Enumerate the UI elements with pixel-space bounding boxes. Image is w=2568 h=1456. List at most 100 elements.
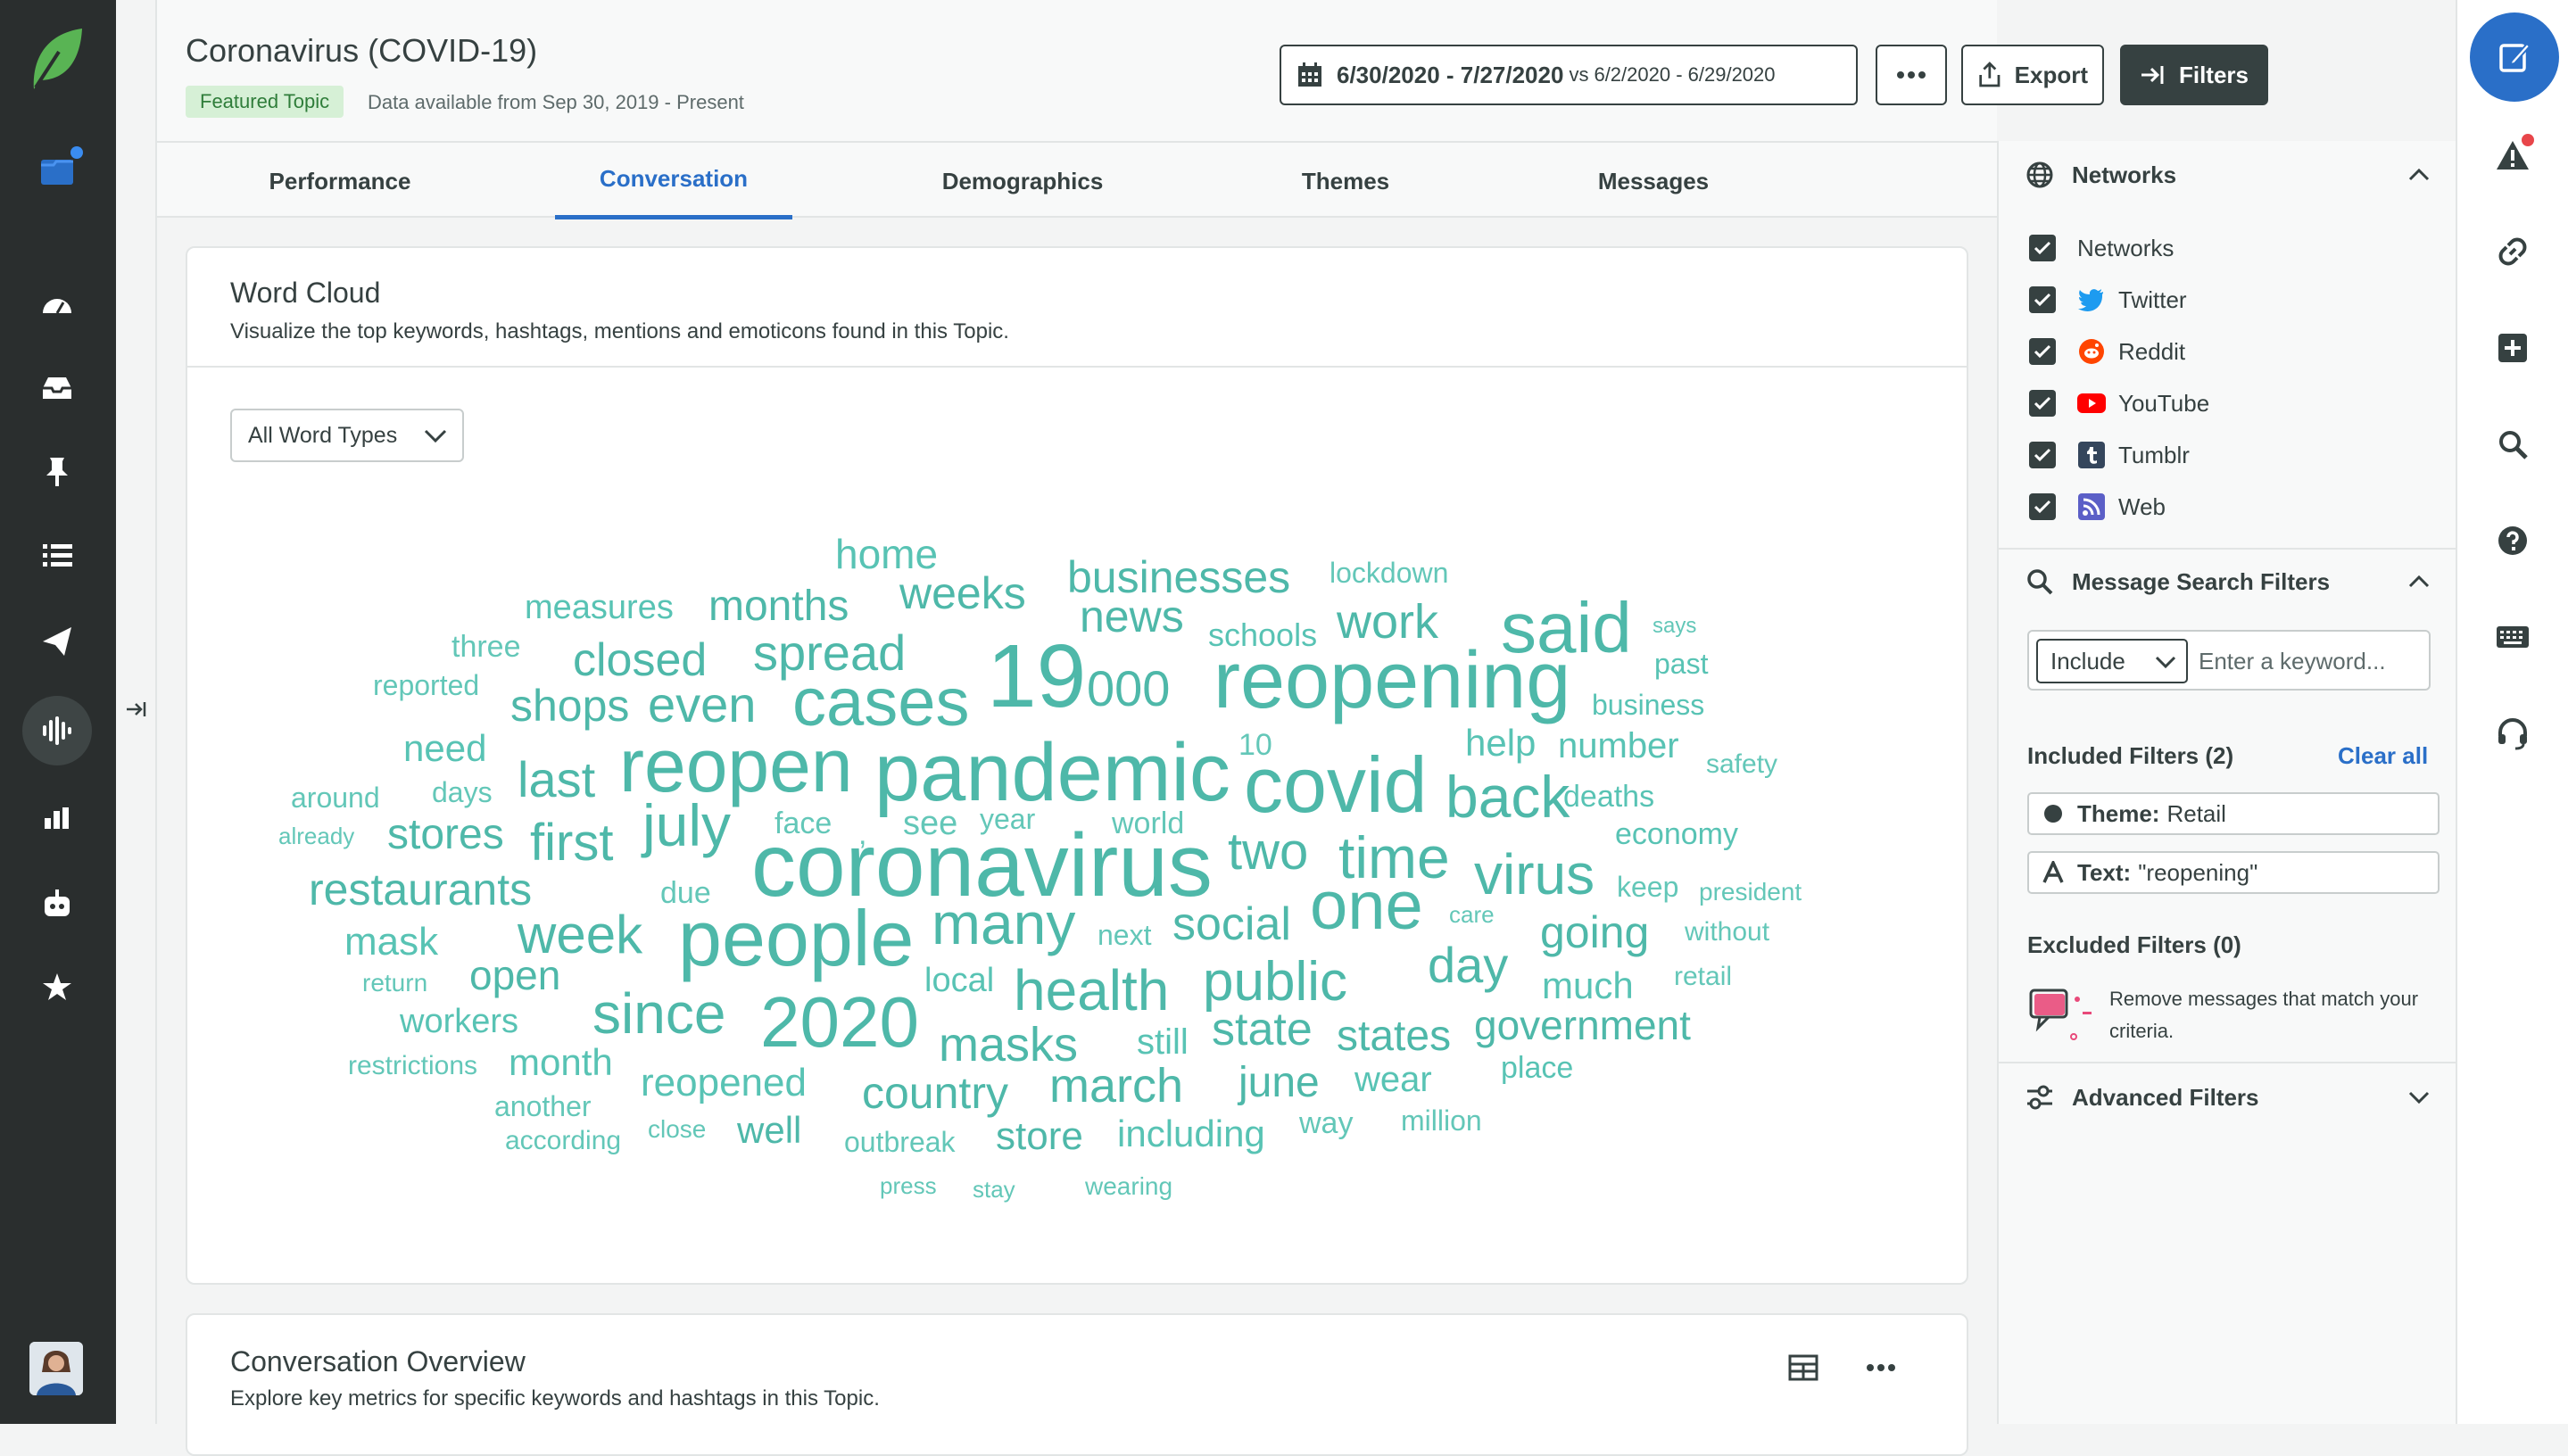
- word-cloud-word[interactable]: restaurants: [309, 867, 532, 912]
- word-cloud-word[interactable]: economy: [1615, 819, 1738, 849]
- nav-listening-icon[interactable]: [22, 696, 92, 765]
- word-cloud-word[interactable]: still: [1137, 1024, 1189, 1060]
- word-cloud-word[interactable]: need: [403, 730, 486, 767]
- word-cloud-word[interactable]: million: [1401, 1106, 1482, 1135]
- word-cloud-word[interactable]: says: [1653, 616, 1696, 637]
- word-cloud-word[interactable]: 000: [1087, 664, 1170, 714]
- more-options-icon[interactable]: [1865, 1354, 1897, 1386]
- word-cloud-word[interactable]: stores: [387, 814, 504, 856]
- word-cloud-word[interactable]: measures: [525, 591, 674, 625]
- word-cloud-word[interactable]: two: [1228, 826, 1308, 878]
- word-cloud-word[interactable]: place: [1501, 1053, 1573, 1083]
- table-view-icon[interactable]: [1788, 1354, 1818, 1386]
- tab-messages[interactable]: Messages: [1560, 143, 1747, 219]
- include-exclude-dropdown[interactable]: Include: [2036, 639, 2188, 683]
- word-cloud-word[interactable]: government: [1474, 1005, 1691, 1046]
- word-cloud-word[interactable]: june: [1238, 1062, 1320, 1104]
- word-cloud-word[interactable]: day: [1428, 940, 1508, 990]
- word-cloud-word[interactable]: closed: [573, 637, 707, 683]
- word-cloud-word[interactable]: month: [509, 1044, 613, 1081]
- tab-demographics[interactable]: Demographics: [903, 143, 1142, 219]
- word-cloud-word[interactable]: even: [648, 680, 756, 730]
- word-cloud-word[interactable]: people: [678, 899, 914, 978]
- word-cloud-word[interactable]: number: [1558, 728, 1679, 764]
- word-cloud-word[interactable]: spread: [753, 628, 906, 678]
- word-cloud-word[interactable]: 10: [1238, 730, 1272, 760]
- word-cloud-word[interactable]: weeks: [899, 571, 1026, 616]
- network-youtube[interactable]: YouTube: [2029, 387, 2209, 419]
- checkbox-checked-icon[interactable]: [2029, 442, 2056, 468]
- word-cloud-word[interactable]: face: [775, 808, 832, 839]
- word-cloud-word[interactable]: including: [1117, 1115, 1265, 1153]
- word-cloud-word[interactable]: another: [494, 1092, 592, 1121]
- word-cloud-word[interactable]: work: [1337, 598, 1438, 646]
- word-cloud-word[interactable]: months: [708, 585, 849, 628]
- word-cloud-word[interactable]: health: [1014, 962, 1169, 1019]
- nav-dashboard-icon[interactable]: [22, 269, 92, 339]
- word-cloud-word[interactable]: reopened: [641, 1063, 807, 1103]
- word-cloud-word[interactable]: country: [862, 1071, 1008, 1115]
- checkbox-checked-icon[interactable]: [2029, 390, 2056, 417]
- word-cloud-word[interactable]: keep: [1617, 873, 1678, 901]
- word-cloud-word[interactable]: mask: [344, 922, 438, 962]
- included-filter-chip-theme[interactable]: Theme: Retail: [2027, 792, 2440, 835]
- collapse-arrow-icon[interactable]: [123, 696, 150, 723]
- word-cloud-word[interactable]: ,: [858, 819, 866, 849]
- word-cloud-word[interactable]: deaths: [1563, 782, 1654, 812]
- word-cloud-word[interactable]: local: [924, 964, 994, 997]
- word-cloud-word[interactable]: retail: [1674, 964, 1732, 990]
- word-cloud-word[interactable]: public: [1203, 955, 1347, 1010]
- headset-support-icon[interactable]: [2491, 712, 2534, 755]
- more-actions-button[interactable]: [1876, 45, 1947, 105]
- word-cloud-word[interactable]: restrictions: [348, 1053, 477, 1080]
- nav-pin-icon[interactable]: [22, 437, 92, 507]
- word-cloud-word[interactable]: since: [592, 985, 725, 1042]
- word-cloud-word[interactable]: state: [1212, 1006, 1313, 1053]
- word-cloud-word[interactable]: outbreak: [844, 1128, 956, 1156]
- word-cloud-word[interactable]: back: [1446, 767, 1570, 826]
- nav-folder-icon[interactable]: [22, 137, 92, 207]
- word-cloud-word[interactable]: many: [932, 894, 1075, 953]
- export-button[interactable]: Export: [1961, 45, 2104, 105]
- chevron-down-icon[interactable]: [2407, 1090, 2431, 1104]
- advanced-filters-section-header[interactable]: Advanced Filters: [2025, 1080, 2259, 1115]
- word-cloud-word[interactable]: past: [1654, 649, 1708, 678]
- word-cloud-word[interactable]: last: [518, 755, 595, 805]
- word-cloud-word[interactable]: close: [648, 1117, 706, 1142]
- compose-button[interactable]: [2470, 12, 2559, 102]
- word-cloud-word[interactable]: return: [362, 971, 427, 996]
- word-cloud-word[interactable]: three: [451, 632, 521, 662]
- included-filter-chip-text[interactable]: Text: "reopening": [2027, 851, 2440, 894]
- word-cloud-word[interactable]: days: [432, 778, 493, 807]
- checkbox-checked-icon[interactable]: [2029, 338, 2056, 365]
- chevron-up-icon[interactable]: [2407, 168, 2431, 182]
- word-cloud-word[interactable]: world: [1112, 808, 1184, 839]
- clear-all-link[interactable]: Clear all: [2338, 742, 2428, 770]
- filters-button[interactable]: Filters: [2120, 45, 2268, 105]
- word-cloud-word[interactable]: due: [660, 878, 711, 908]
- word-cloud-word[interactable]: reported: [373, 671, 479, 699]
- word-cloud-word[interactable]: shops: [510, 683, 629, 728]
- keyboard-icon[interactable]: [2491, 616, 2534, 658]
- network-tumblr[interactable]: Tumblr: [2029, 439, 2190, 471]
- word-cloud-word[interactable]: time: [1338, 828, 1450, 887]
- word-cloud-word[interactable]: 2020: [760, 987, 919, 1058]
- word-cloud-word[interactable]: open: [469, 955, 560, 996]
- word-cloud-word[interactable]: president: [1699, 880, 1802, 905]
- word-cloud-word[interactable]: social: [1172, 901, 1291, 947]
- link-icon[interactable]: [2491, 230, 2534, 273]
- message-search-section-header[interactable]: Message Search Filters: [2025, 564, 2330, 600]
- word-cloud-word[interactable]: wearing: [1085, 1174, 1172, 1199]
- network-reddit[interactable]: Reddit: [2029, 335, 2185, 368]
- word-cloud-word[interactable]: according: [505, 1128, 621, 1154]
- word-cloud-word[interactable]: much: [1542, 967, 1634, 1005]
- tab-conversation[interactable]: Conversation: [555, 143, 792, 219]
- word-cloud-word[interactable]: way: [1299, 1108, 1353, 1138]
- word-cloud-word[interactable]: without: [1685, 919, 1769, 946]
- word-cloud-word[interactable]: around: [291, 783, 380, 812]
- word-cloud-word[interactable]: going: [1540, 910, 1649, 955]
- word-cloud-word[interactable]: home: [835, 534, 938, 575]
- checkbox-checked-icon[interactable]: [2029, 235, 2056, 261]
- help-icon[interactable]: [2491, 519, 2534, 562]
- search-icon[interactable]: [2491, 423, 2534, 466]
